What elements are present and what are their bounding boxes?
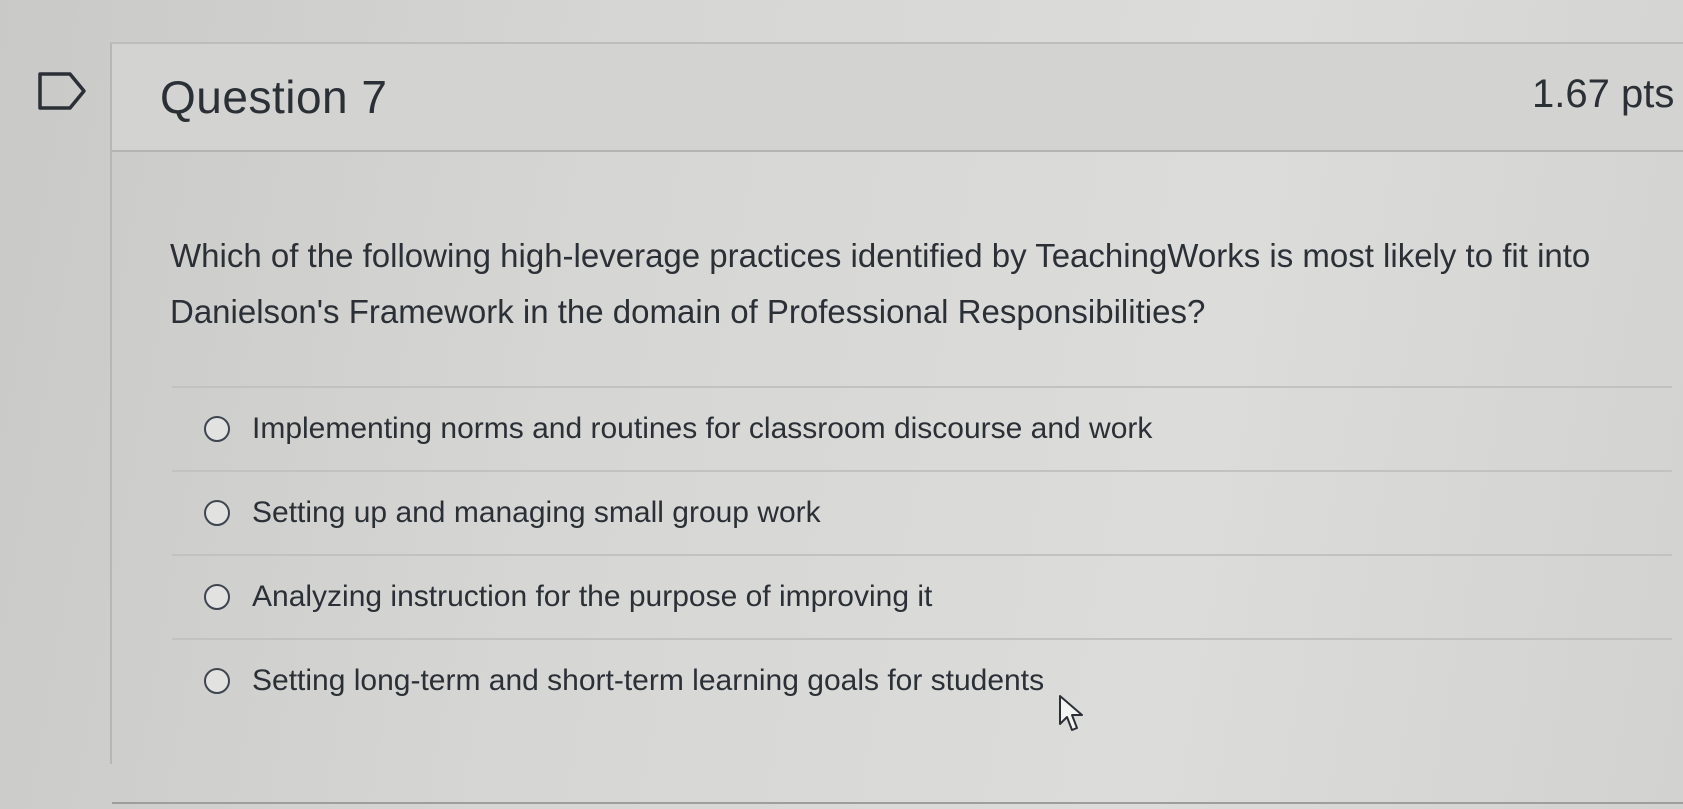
radio-button[interactable] — [204, 500, 230, 526]
mouse-pointer-icon — [1059, 695, 1083, 731]
question-text: Which of the following high-leverage pra… — [170, 237, 1591, 330]
radio-button[interactable] — [204, 584, 230, 610]
question-title: Question 7 — [160, 71, 388, 123]
answer-label[interactable]: Implementing norms and routines for clas… — [252, 412, 1152, 446]
answer-label[interactable]: Analyzing instruction for the purpose of… — [252, 580, 932, 614]
answer-label[interactable]: Setting up and managing small group work — [252, 496, 821, 530]
answer-option[interactable]: Setting up and managing small group work — [172, 470, 1672, 554]
flag-question-icon[interactable] — [36, 70, 88, 112]
radio-button[interactable] — [204, 416, 230, 442]
quiz-screen: Question 7 1.67 pts Which of the followi… — [0, 0, 1683, 809]
question-body: Which of the following high-leverage pra… — [112, 152, 1683, 804]
question-card: Question 7 1.67 pts Which of the followi… — [110, 42, 1683, 804]
answer-option[interactable]: Analyzing instruction for the purpose of… — [172, 554, 1672, 638]
answer-label[interactable]: Setting long-term and short-term learnin… — [252, 664, 1044, 698]
answer-option[interactable]: Implementing norms and routines for clas… — [172, 386, 1672, 470]
answer-list: Implementing norms and routines for clas… — [172, 386, 1672, 722]
question-points: 1.67 pts — [1532, 72, 1675, 116]
answer-option[interactable]: Setting long-term and short-term learnin… — [172, 638, 1672, 722]
question-header: Question 7 1.67 pts — [112, 44, 1683, 152]
radio-button[interactable] — [204, 668, 230, 694]
card-bottom-border — [112, 802, 1683, 804]
